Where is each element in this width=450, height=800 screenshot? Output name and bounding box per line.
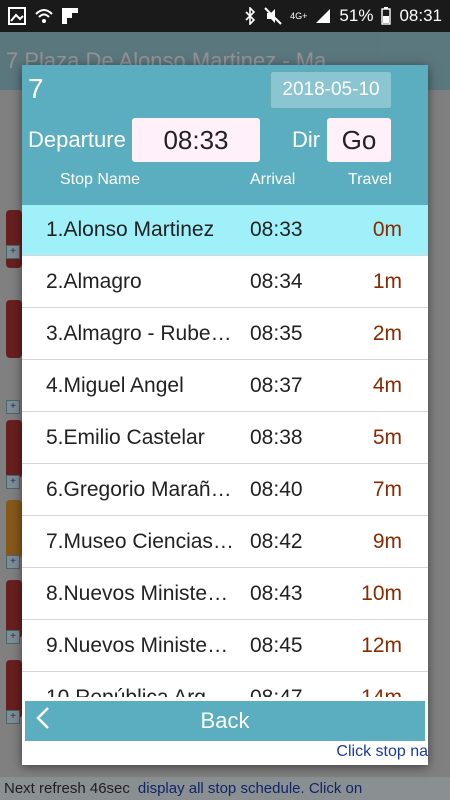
- stop-row[interactable]: 3.Almagro - Rube… 08:35 2m: [22, 309, 428, 360]
- arrival-time: 08:37: [250, 374, 303, 397]
- travel-time: 14m: [361, 686, 402, 697]
- arrival-time: 08:43: [250, 582, 303, 605]
- arrival-time: 08:42: [250, 530, 303, 553]
- arrival-time: 08:34: [250, 270, 303, 293]
- stop-row[interactable]: 6.Gregorio Marañ… 08:40 7m: [22, 465, 428, 516]
- gallery-icon: [8, 7, 26, 25]
- stop-name: 5.Emilio Castelar: [46, 426, 205, 449]
- status-bar: 4G+ 51% 08:31: [0, 0, 450, 32]
- flipboard-icon: [62, 8, 78, 24]
- dialog-header: 7 2018-05-10 Departure 08:33 Dir Go Stop…: [22, 65, 428, 205]
- direction-button[interactable]: Go: [327, 118, 391, 162]
- wifi-icon: [34, 8, 54, 24]
- column-header-stop-name: Stop Name: [60, 171, 141, 188]
- stop-row[interactable]: 9.Nuevos Ministe… 08:45 12m: [22, 621, 428, 672]
- stop-name: 7.Museo Ciencias…: [46, 530, 234, 553]
- travel-time: 10m: [361, 582, 402, 605]
- arrival-time: 08:45: [250, 634, 303, 657]
- back-label: Back: [200, 708, 250, 733]
- travel-time: 5m: [372, 426, 402, 449]
- mute-icon: [264, 7, 282, 25]
- schedule-dialog: 7 2018-05-10 Departure 08:33 Dir Go Stop…: [22, 65, 428, 765]
- route-number: 7: [28, 73, 44, 104]
- travel-time: 0m: [372, 218, 402, 241]
- stop-list[interactable]: 1.Alonso Martinez 08:33 0m 2.Almagro 08:…: [22, 205, 428, 697]
- stop-name: 8.Nuevos Ministe…: [46, 582, 229, 605]
- travel-time: 7m: [372, 478, 402, 501]
- stop-row[interactable]: 5.Emilio Castelar 08:38 5m: [22, 413, 428, 464]
- column-header-travel: Travel: [348, 171, 392, 188]
- clock: 08:31: [399, 6, 442, 25]
- signal-icon: [315, 8, 331, 24]
- stop-name: 9.Nuevos Ministe…: [46, 634, 229, 657]
- date-button[interactable]: 2018-05-10: [270, 71, 392, 109]
- stop-row[interactable]: 10.República Arg… 08:47 14m: [22, 673, 428, 697]
- stop-name: 1.Alonso Martinez: [46, 218, 215, 241]
- back-button[interactable]: Back: [25, 701, 425, 741]
- travel-time: 9m: [372, 530, 402, 553]
- network-label: 4G+: [290, 11, 308, 21]
- stop-name: 2.Almagro: [46, 270, 142, 293]
- column-header-arrival: Arrival: [250, 171, 296, 188]
- arrival-time: 08:38: [250, 426, 303, 449]
- travel-time: 12m: [361, 634, 402, 657]
- stop-row[interactable]: 1.Alonso Martinez 08:33 0m: [22, 205, 428, 256]
- stop-name: 3.Almagro - Rube…: [46, 322, 232, 345]
- bluetooth-icon: [244, 7, 256, 25]
- travel-time: 2m: [372, 322, 402, 345]
- departure-label: Departure: [28, 127, 126, 152]
- status-left: [8, 7, 78, 25]
- stop-name: 10.República Arg…: [46, 686, 234, 697]
- arrival-time: 08:35: [250, 322, 303, 345]
- stop-row[interactable]: 4.Miguel Angel 08:37 4m: [22, 361, 428, 412]
- stop-row[interactable]: 7.Museo Ciencias… 08:42 9m: [22, 517, 428, 568]
- stop-name: 4.Miguel Angel: [46, 374, 184, 397]
- stop-name: 6.Gregorio Marañ…: [46, 478, 232, 501]
- status-right: 4G+ 51% 08:31: [244, 6, 442, 26]
- stop-row[interactable]: 2.Almagro 08:34 1m: [22, 257, 428, 308]
- stop-row[interactable]: 8.Nuevos Ministe… 08:43 10m: [22, 569, 428, 620]
- arrival-time: 08:40: [250, 478, 303, 501]
- departure-time-field[interactable]: 08:33: [132, 118, 260, 162]
- direction-label: Dir: [292, 127, 321, 152]
- arrival-time: 08:47: [250, 686, 303, 697]
- chevron-left-icon: [35, 705, 51, 738]
- arrival-time: 08:33: [250, 218, 303, 241]
- hint-text: Click stop na: [336, 743, 428, 760]
- travel-time: 1m: [372, 270, 402, 293]
- battery-percent: 51%: [339, 6, 374, 25]
- travel-time: 4m: [372, 374, 402, 397]
- battery-icon: [381, 7, 392, 25]
